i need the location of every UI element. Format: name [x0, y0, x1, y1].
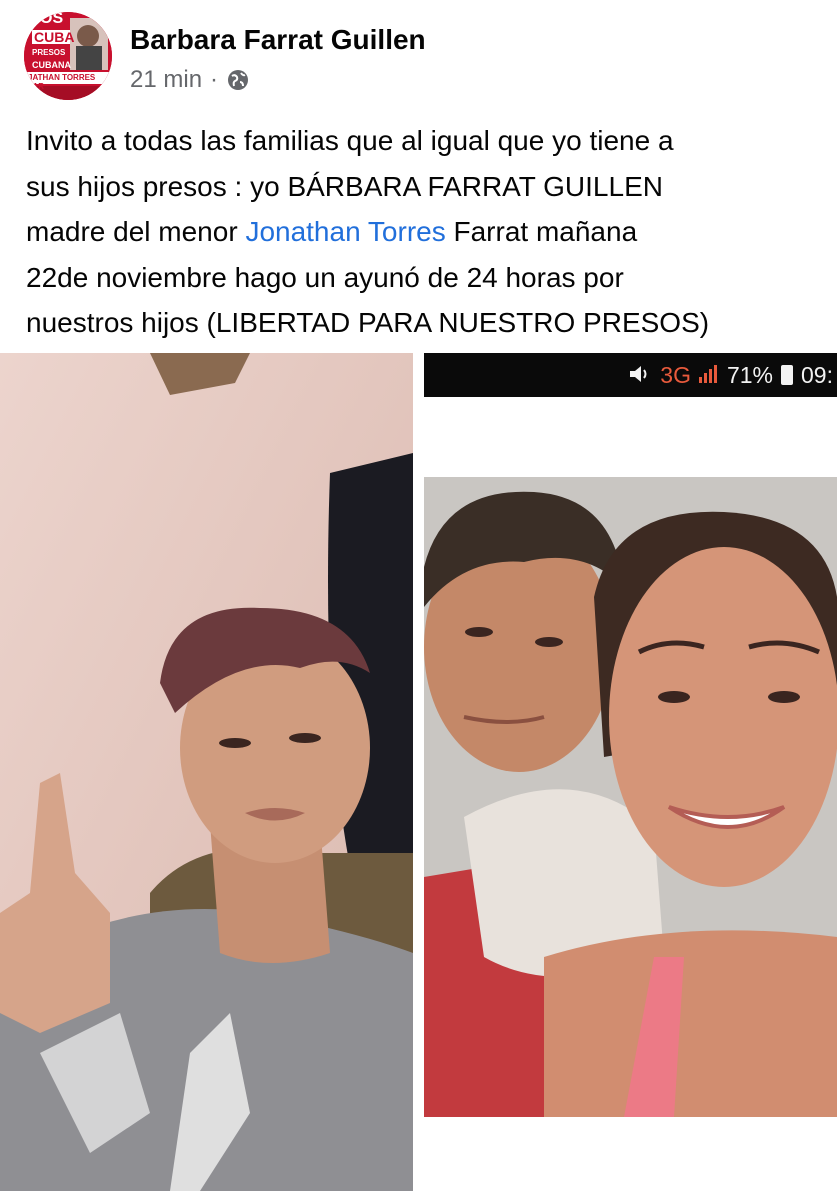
battery-icon: [781, 365, 794, 385]
battery-percent: 71%: [726, 361, 774, 388]
post-text-line-1: Invito a todas las familias que al igual…: [26, 125, 674, 156]
avatar-text-bottom: CUBANA: [32, 60, 71, 70]
post-photo-left[interactable]: [0, 353, 413, 1191]
photo-right-image: [424, 397, 837, 1191]
avatar-text-top: OS: [40, 12, 64, 27]
post-text-line-3: madre del menor Jonathan Torres Farrat m…: [26, 209, 816, 255]
signal-icon: [698, 362, 719, 389]
speaker-icon: [630, 362, 652, 389]
post-text-line-2: sus hijos presos : yo BÁRBARA FARRAT GUI…: [26, 170, 663, 202]
avatar-text-badge: PRESOS: [32, 48, 66, 57]
author-name[interactable]: Barbara Farrat Guillen: [130, 24, 426, 56]
globe-icon[interactable]: [226, 68, 250, 92]
post-header: OS CUBA PRESOS CUBANA JATHAN TORRES FAR …: [0, 0, 837, 110]
network-type: 3G: [660, 361, 691, 388]
post-time[interactable]: 21 min: [130, 66, 202, 94]
status-time: 09:: [801, 361, 833, 388]
post-text-line-3-pre: madre del menor: [26, 216, 246, 248]
post-text-line-4: 22de noviembre hago un ayunó de 24 horas…: [26, 261, 624, 293]
avatar-text-banner: JATHAN TORRES FAR: [28, 73, 96, 91]
post-text-line-3-post: Farrat mañana: [445, 216, 638, 248]
avatar-text-mid: CUBA: [34, 29, 75, 45]
photo-left-image: [0, 353, 413, 1191]
meta-separator: ·: [210, 66, 219, 93]
post-photo-right[interactable]: 3G 71% 09:: [424, 353, 837, 1191]
post-meta: 21 min ·: [130, 66, 250, 94]
mention-link[interactable]: Jonathan Torres: [245, 216, 445, 247]
author-avatar[interactable]: OS CUBA PRESOS CUBANA JATHAN TORRES FAR: [24, 12, 112, 100]
phone-status-bar: 3G 71% 09:: [424, 353, 837, 397]
post-body: Invito a todas las familias que al igual…: [26, 118, 816, 346]
post-text-line-5: nuestros hijos (LIBERTAD PARA NUESTRO PR…: [26, 307, 710, 339]
